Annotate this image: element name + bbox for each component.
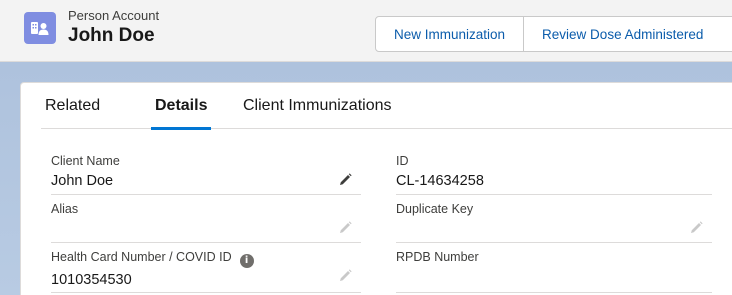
header-actions: New Immunization Review Dose Administere… [375,16,732,52]
edit-pencil-icon[interactable] [337,172,353,188]
tab-client-immunizations[interactable]: Client Immunizations [243,83,392,129]
client-name-field: Client Name John Doe [51,153,361,195]
record-name: John Doe [68,25,155,46]
id-value: CL-14634258 [396,173,484,189]
health-card-field: Health Card Number / COVID ID i 101035453… [51,249,361,293]
id-label: ID [396,154,409,168]
new-immunization-button[interactable]: New Immunization [375,16,525,52]
rpdb-number-field: RPDB Number [396,249,712,293]
object-type-label: Person Account [68,8,160,23]
info-icon[interactable]: i [239,254,254,268]
client-name-value: John Doe [51,173,114,189]
details-card: Related Details Client Immunizations Cli… [20,82,732,295]
health-card-label: Health Card Number / COVID ID [51,250,232,264]
rpdb-number-label: RPDB Number [396,250,479,264]
alias-field: Alias [51,201,361,243]
review-dose-administered-button[interactable]: Review Dose Administered [524,16,732,52]
client-name-label: Client Name [51,154,120,168]
id-field: ID CL-14634258 [396,153,712,195]
alias-label: Alias [51,202,79,216]
person-account-icon [24,12,56,44]
record-tabs: Related Details Client Immunizations [41,83,732,130]
tab-related[interactable]: Related [45,83,100,129]
duplicate-key-value [396,219,712,239]
alias-value [51,219,361,239]
record-header-title: Person Account John Doe [24,8,159,48]
tab-details[interactable]: Details [150,83,212,130]
health-card-label-row: Health Card Number / COVID ID i [51,249,361,268]
health-card-value: 1010354530 [51,272,132,288]
duplicate-key-label: Duplicate Key [396,202,474,216]
edit-pencil-icon[interactable] [337,268,353,284]
record-header: Person Account John Doe New Immunization… [0,0,732,62]
duplicate-key-field: Duplicate Key [396,201,712,243]
edit-pencil-icon[interactable] [337,220,353,236]
rpdb-number-value [396,267,712,287]
edit-pencil-icon[interactable] [688,220,704,236]
